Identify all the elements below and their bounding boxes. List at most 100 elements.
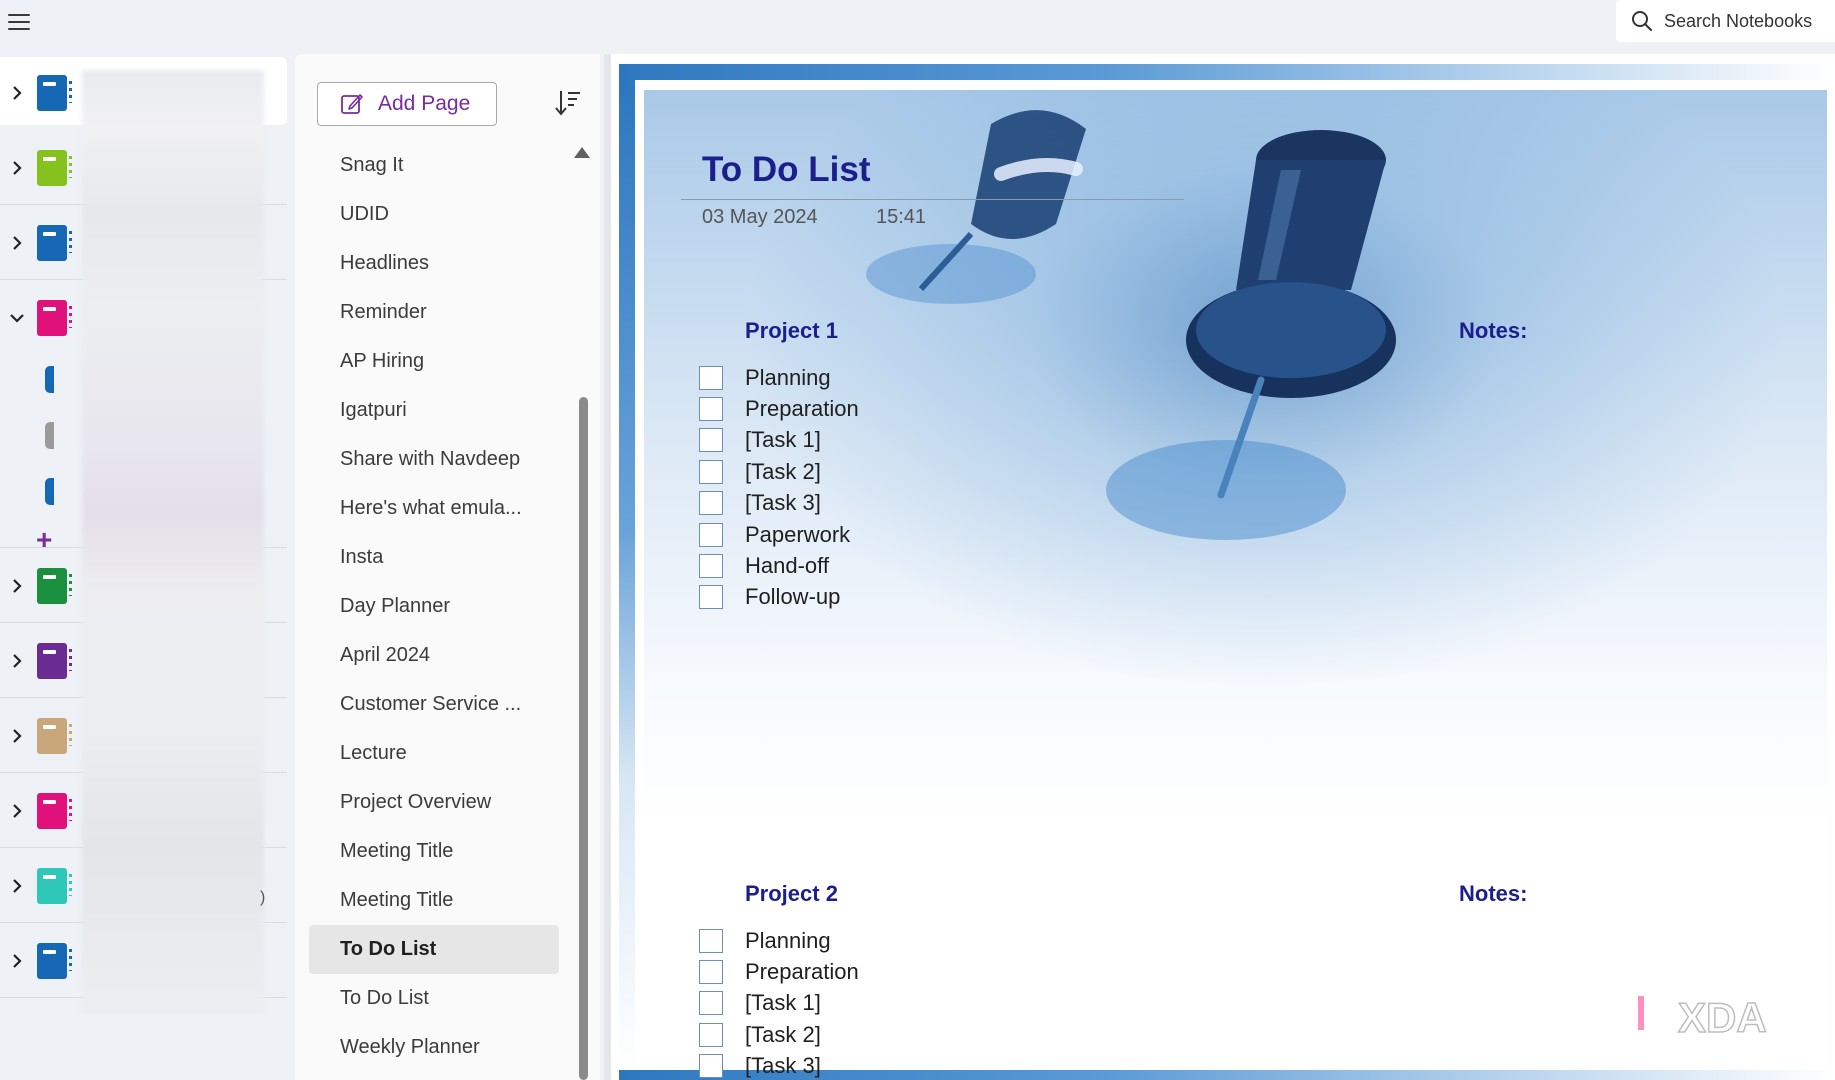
task-checkbox[interactable] xyxy=(699,554,723,579)
task-item[interactable]: [Task 3] xyxy=(699,1051,859,1080)
notebook-icon[interactable] xyxy=(37,149,72,186)
task-item[interactable]: Preparation xyxy=(699,956,859,987)
page-title[interactable]: To Do List xyxy=(702,150,871,190)
blurred-notebook-names xyxy=(82,70,264,1014)
note-canvas[interactable]: To Do List 03 May 2024 15:41 Project 1 No… xyxy=(611,54,1835,1080)
notes-heading[interactable]: Notes: xyxy=(1459,881,1527,907)
xda-watermark-logo: XDA xyxy=(1635,993,1767,1046)
task-checkbox[interactable] xyxy=(699,991,723,1016)
task-item[interactable]: [Task 3] xyxy=(699,488,859,519)
task-checkbox[interactable] xyxy=(699,459,723,484)
page-list-item[interactable]: UDID xyxy=(309,190,559,239)
hamburger-menu-icon[interactable] xyxy=(6,9,32,35)
page-list-item[interactable]: Lecture xyxy=(309,729,559,778)
page-list-item[interactable]: April 2024 xyxy=(309,631,559,680)
chevron-right-icon[interactable] xyxy=(8,727,26,745)
task-label: Hand-off xyxy=(745,553,829,579)
notebook-icon[interactable] xyxy=(37,792,72,829)
chevron-right-icon[interactable] xyxy=(8,577,26,595)
task-label: Planning xyxy=(745,364,831,390)
add-section-icon[interactable]: + xyxy=(36,526,52,554)
task-checkbox[interactable] xyxy=(699,585,723,610)
page-list-item[interactable]: AP Hiring xyxy=(309,337,559,386)
sort-pages-icon[interactable] xyxy=(553,88,583,118)
blurred-text-fragment: ) xyxy=(260,889,266,906)
notes-heading[interactable]: Notes: xyxy=(1459,318,1527,344)
chevron-right-icon[interactable] xyxy=(8,652,26,670)
page-date: 03 May 2024 xyxy=(702,206,818,228)
notebook-icon[interactable] xyxy=(37,717,72,754)
task-item[interactable]: Follow-up xyxy=(699,582,859,613)
task-checkbox[interactable] xyxy=(699,1054,723,1079)
page-list-item[interactable]: Insta xyxy=(309,533,559,582)
task-checkbox[interactable] xyxy=(699,397,723,422)
page-list-item[interactable]: To Do List xyxy=(309,925,559,974)
page-list-item[interactable]: Here's what emula... xyxy=(309,484,559,533)
page-list-item[interactable]: Day Planner xyxy=(309,582,559,631)
page-list-item[interactable]: Customer Service ... xyxy=(309,680,559,729)
chevron-down-icon[interactable] xyxy=(8,309,26,327)
task-label: Planning xyxy=(745,927,831,953)
page-list-item[interactable]: Meeting Title xyxy=(309,876,559,925)
task-list: Planning Preparation [Task 1] [Task 2] [Task… xyxy=(699,925,859,1080)
task-item[interactable]: Planning xyxy=(699,362,859,393)
task-item[interactable]: Preparation xyxy=(699,393,859,424)
task-checkbox[interactable] xyxy=(699,428,723,453)
section-tab-icon[interactable] xyxy=(45,478,54,505)
task-item[interactable]: [Task 2] xyxy=(699,1019,859,1050)
edit-page-icon xyxy=(341,94,363,114)
page-list-item[interactable]: Meeting Title xyxy=(309,827,559,876)
chevron-right-icon[interactable] xyxy=(8,802,26,820)
task-label: [Task 1] xyxy=(745,427,821,453)
project-heading[interactable]: Project 2 xyxy=(745,881,838,907)
page-list-item[interactable]: Headlines xyxy=(309,239,559,288)
task-item[interactable]: [Task 1] xyxy=(699,425,859,456)
chevron-right-icon[interactable] xyxy=(8,159,26,177)
chevron-right-icon[interactable] xyxy=(8,877,26,895)
task-label: [Task 3] xyxy=(745,1053,821,1079)
task-item[interactable]: Hand-off xyxy=(699,550,859,581)
task-item[interactable]: [Task 2] xyxy=(699,456,859,487)
notebook-sidebar: + ) xyxy=(0,54,295,1080)
page-list-item[interactable]: Share with Navdeep xyxy=(309,435,559,484)
project-heading[interactable]: Project 1 xyxy=(745,318,838,344)
task-checkbox[interactable] xyxy=(699,491,723,516)
notebook-icon[interactable] xyxy=(37,642,72,679)
task-checkbox[interactable] xyxy=(699,522,723,547)
task-label: [Task 2] xyxy=(745,458,821,484)
chevron-right-icon[interactable] xyxy=(8,234,26,252)
page-list-item[interactable]: Igatpuri xyxy=(309,386,559,435)
task-label: Paperwork xyxy=(745,521,851,547)
page-list-item[interactable]: Project Overview xyxy=(309,778,559,827)
notebook-icon[interactable] xyxy=(37,224,72,261)
search-notebooks-button[interactable]: Search Notebooks xyxy=(1616,0,1835,42)
add-page-button[interactable]: Add Page xyxy=(317,82,497,126)
page-list-item[interactable]: Reminder xyxy=(309,288,559,337)
notebook-icon[interactable] xyxy=(37,567,72,604)
task-item[interactable]: Planning xyxy=(699,925,859,956)
chevron-right-icon[interactable] xyxy=(8,84,26,102)
task-checkbox[interactable] xyxy=(699,960,723,985)
page-list-scrollbar[interactable] xyxy=(579,397,588,1080)
search-label: Search Notebooks xyxy=(1664,10,1813,31)
page-list-item[interactable]: Snag It xyxy=(309,141,559,190)
page-list-item[interactable]: To Do List xyxy=(309,974,559,1023)
task-checkbox[interactable] xyxy=(699,928,723,953)
page-list-panel: Add Page Snag It UDID Headlines Reminder AP … xyxy=(295,54,600,1080)
task-label: [Task 2] xyxy=(745,1021,821,1047)
notebook-icon[interactable] xyxy=(37,74,72,111)
chevron-right-icon[interactable] xyxy=(8,952,26,970)
section-tab-icon[interactable] xyxy=(45,366,54,393)
notebook-icon[interactable] xyxy=(37,299,72,336)
page-list-item[interactable]: Weekly Planner xyxy=(309,1023,559,1072)
task-label: [Task 3] xyxy=(745,490,821,516)
pushpin-image xyxy=(1106,130,1396,540)
task-item[interactable]: [Task 1] xyxy=(699,988,859,1019)
task-checkbox[interactable] xyxy=(699,365,723,390)
notebook-icon[interactable] xyxy=(37,942,72,979)
task-checkbox[interactable] xyxy=(699,1022,723,1047)
task-item[interactable]: Paperwork xyxy=(699,519,859,550)
notebook-icon[interactable] xyxy=(37,867,72,904)
scroll-up-arrow-icon[interactable] xyxy=(574,147,590,158)
section-tab-icon[interactable] xyxy=(45,422,54,449)
